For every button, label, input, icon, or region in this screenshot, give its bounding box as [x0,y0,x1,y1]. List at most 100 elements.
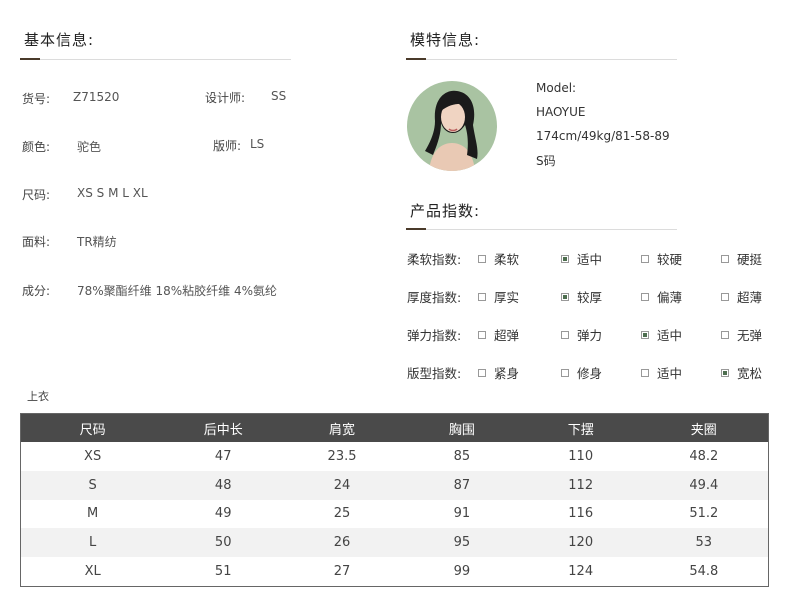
thickness-option-fairly-thick: 较厚 [561,287,602,306]
header-back-length: 后中长 [164,413,283,442]
checkbox-icon [478,292,486,301]
table-cell: 27 [333,564,351,580]
checkbox-icon [721,254,729,263]
model-info-divider [406,59,677,60]
fit-option-tight: 紧身 [478,363,519,382]
designer-label: 设计师: [205,91,246,105]
thickness-option-thin: 偏薄 [641,287,682,306]
table-cell: 50 [164,528,283,558]
fabric-value: TR精纺 [77,235,117,249]
softness-option-medium: 适中 [561,249,602,268]
item-no-value: Z71520 [73,90,120,104]
elasticity-option-super: 超弹 [478,325,519,344]
fit-option-loose: 宽松 [721,363,762,382]
checkbox-icon [641,292,649,301]
checkbox-checked-icon [721,368,729,377]
checkbox-checked-icon [561,254,569,263]
table-row: XS 47 23.5 85 110 48.2 [21,442,769,471]
table-row: XL 51 27 99 124 54.8 [21,557,769,586]
product-index-title: 产品指数: [410,202,481,220]
table-cell: M [87,506,99,522]
pattern-maker-value: LS [250,137,265,151]
basic-info-title: 基本信息: [24,31,95,49]
elasticity-option-none: 无弹 [721,325,762,344]
checkbox-icon [641,368,649,377]
softness-option-stiff: 硬挺 [721,249,762,268]
table-cell: 85 [453,448,471,464]
thickness-option-thick: 厚实 [478,287,519,306]
table-row: S 48 24 87 112 49.4 [20,470,769,500]
softness-option-soft: 柔软 [478,249,519,268]
checkbox-icon [478,254,486,263]
basic-info-divider [20,59,291,60]
table-cell: 23.5 [327,448,357,464]
elasticity-option-medium: 适中 [641,325,682,344]
table-cell: XL [84,564,101,580]
fit-option-regular: 适中 [641,363,682,382]
size-table-header-row: 尺码 后中长 肩宽 胸围 下摆 夹圈 [20,413,769,442]
softness-option-firm: 较硬 [641,249,682,268]
model-measurements: 174cm/49kg/81-58-89 [536,129,670,143]
table-cell: 116 [568,506,594,522]
table-cell: 91 [453,506,471,522]
model-photo [407,81,497,171]
header-shoulder: 肩宽 [282,413,402,442]
table-cell: 51 [214,564,232,580]
fabric-label: 面料: [22,235,51,249]
table-row: L 50 26 95 120 53 [20,528,769,558]
checkbox-icon [641,254,649,263]
color-value: 驼色 [77,140,102,154]
table-cell: 53 [639,528,769,558]
designer-value: SS [271,89,287,103]
table-cell: L [20,528,165,558]
table-cell: 95 [401,528,522,558]
model-name: HAOYUE [536,105,586,119]
checkbox-icon [478,330,486,339]
composition-value: 78%聚酯纤维 18%粘胶纤维 4%氨纶 [77,284,278,298]
table-cell: 51.2 [689,506,719,522]
table-cell: 124 [568,564,594,580]
checkbox-icon [721,330,729,339]
pattern-maker-label: 版师: [213,139,242,153]
size-table-caption: 上衣 [27,390,49,403]
table-cell: 99 [453,564,471,580]
table-cell: 25 [333,506,351,522]
composition-label: 成分: [22,284,51,298]
thickness-index-label: 厚度指数: [407,290,462,305]
table-cell: 26 [282,528,402,558]
table-cell: 49.4 [639,470,769,500]
fit-option-slim: 修身 [561,363,602,382]
color-label: 颜色: [22,140,51,154]
thickness-option-ultra-thin: 超薄 [721,287,762,306]
model-info-title: 模特信息: [410,31,481,49]
basic-info-accent [20,58,40,60]
table-cell: S [20,470,165,500]
checkbox-icon [721,292,729,301]
checkbox-icon [561,368,569,377]
table-row: M 49 25 91 116 51.2 [21,500,769,529]
table-cell: XS [84,448,102,464]
table-cell: 48.2 [689,448,719,464]
size-label: 尺码: [22,188,51,202]
product-index-divider [406,229,677,230]
size-table: 尺码 后中长 肩宽 胸围 下摆 夹圈 XS 47 23.5 85 110 48.… [20,413,769,587]
size-value: XS S M L XL [77,186,148,200]
table-cell: 48 [164,470,283,500]
table-cell: 87 [401,470,522,500]
softness-index-label: 柔软指数: [407,252,462,267]
header-hem: 下摆 [521,413,640,442]
table-cell: 24 [282,470,402,500]
model-info-accent [406,58,426,60]
table-cell: 112 [521,470,640,500]
header-bust: 胸围 [401,413,522,442]
header-size: 尺码 [20,413,165,442]
product-index-accent [406,228,426,230]
header-armhole: 夹圈 [639,413,769,442]
checkbox-icon [478,368,486,377]
fit-index-label: 版型指数: [407,366,462,381]
item-no-label: 货号: [22,92,51,106]
checkbox-icon [561,330,569,339]
table-cell: 47 [214,448,232,464]
model-label: Model: [536,81,577,95]
table-cell: 110 [568,448,594,464]
